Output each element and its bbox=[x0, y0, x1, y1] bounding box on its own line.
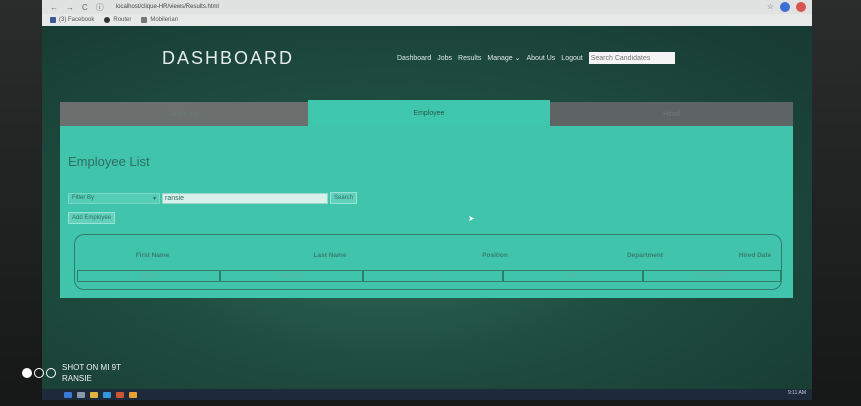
column-position[interactable]: Position bbox=[430, 252, 560, 259]
nav-manage[interactable]: Manage ⌄ bbox=[487, 54, 520, 62]
search-button[interactable]: Search bbox=[330, 192, 358, 204]
tab-employee[interactable]: Employee bbox=[308, 100, 550, 126]
folder-icon[interactable] bbox=[90, 391, 98, 398]
app-icon[interactable] bbox=[116, 391, 124, 398]
facebook-icon bbox=[50, 17, 56, 23]
panel-title: Employee List bbox=[68, 154, 150, 169]
mobilerian-icon bbox=[141, 17, 148, 23]
filter-select[interactable]: Filter By ▾ bbox=[68, 192, 160, 204]
cell-position: it bbox=[363, 270, 503, 282]
bookmarks-bar: (3) Facebook Router Mobilerian bbox=[42, 14, 812, 26]
vscode-icon[interactable] bbox=[103, 391, 111, 398]
profile-icon[interactable] bbox=[780, 2, 790, 12]
star-icon[interactable]: ☆ bbox=[767, 2, 774, 12]
tab-bar: Applicant Employee Hired bbox=[60, 100, 793, 126]
nav-logout[interactable]: Logout bbox=[561, 55, 582, 62]
column-last-name[interactable]: Last Name bbox=[230, 252, 430, 259]
search-icon[interactable] bbox=[77, 391, 85, 398]
browser-icon[interactable] bbox=[129, 391, 137, 398]
filter-input[interactable]: ransie bbox=[162, 192, 328, 204]
cell-hired-date: 2020-10-10 bbox=[643, 270, 781, 282]
bookmark-mobilerian[interactable]: Mobilerian bbox=[141, 17, 178, 23]
search-candidates-input[interactable] bbox=[588, 52, 675, 64]
filter-row: Filter By ▾ ransie Search bbox=[68, 192, 358, 204]
back-icon[interactable]: ← bbox=[50, 3, 58, 12]
watermark-logo-icon bbox=[22, 368, 56, 378]
camera-watermark: SHOT ON MI 9T RANSIE bbox=[22, 362, 121, 384]
add-employee-button[interactable]: Add Employee bbox=[68, 212, 116, 224]
nav-results[interactable]: Results bbox=[458, 55, 481, 62]
start-icon[interactable] bbox=[64, 391, 72, 398]
taskbar: 9:11 AM bbox=[42, 389, 812, 400]
nav-about-us[interactable]: About Us bbox=[527, 55, 556, 62]
cell-first-name: ransie bbox=[77, 270, 220, 282]
info-icon: ⓘ bbox=[95, 2, 104, 12]
employee-table: First Name Last Name Position Department… bbox=[74, 234, 782, 290]
nav-jobs[interactable]: Jobs bbox=[437, 55, 452, 62]
chevron-down-icon: ▾ bbox=[152, 195, 156, 202]
screen: ← → C ⓘ localhost/clique-HR/views/Result… bbox=[42, 0, 812, 400]
cell-department: mis bbox=[503, 270, 643, 282]
clock: 9:11 AM bbox=[788, 390, 806, 396]
cell-last-name: francisco bbox=[220, 270, 363, 282]
router-icon bbox=[104, 17, 111, 23]
bookmark-facebook[interactable]: (3) Facebook bbox=[50, 17, 94, 23]
mouse-cursor-icon: ➤ bbox=[468, 214, 475, 223]
column-department[interactable]: Department bbox=[560, 252, 730, 259]
tab-applicant[interactable]: Applicant bbox=[60, 102, 308, 126]
address-bar[interactable]: localhost/clique-HR/views/Results.html bbox=[116, 4, 219, 10]
reload-icon[interactable]: C bbox=[82, 3, 88, 12]
forward-icon[interactable]: → bbox=[66, 3, 74, 12]
web-page: DASHBOARD Dashboard Jobs Results Manage … bbox=[42, 26, 812, 400]
table-row[interactable]: ransie francisco it mis 2020-10-10 bbox=[77, 270, 781, 282]
top-nav: Dashboard Jobs Results Manage ⌄ About Us… bbox=[397, 52, 675, 64]
column-hired-date[interactable]: Hired Date bbox=[730, 252, 780, 259]
column-first-name[interactable]: First Name bbox=[75, 252, 230, 259]
nav-dashboard[interactable]: Dashboard bbox=[397, 55, 431, 62]
tab-hired[interactable]: Hired bbox=[550, 102, 793, 126]
brand-title: DASHBOARD bbox=[162, 48, 295, 68]
table-header: First Name Last Name Position Department… bbox=[75, 243, 783, 267]
extension-icon[interactable] bbox=[796, 2, 806, 12]
filter-select-label: Filter By bbox=[72, 195, 95, 201]
employee-panel: Employee List Filter By ▾ ransie Search … bbox=[60, 126, 793, 298]
watermark-text: SHOT ON MI 9T RANSIE bbox=[62, 363, 121, 383]
bookmark-router[interactable]: Router bbox=[104, 17, 131, 23]
browser-toolbar: ← → C ⓘ localhost/clique-HR/views/Result… bbox=[42, 0, 812, 14]
